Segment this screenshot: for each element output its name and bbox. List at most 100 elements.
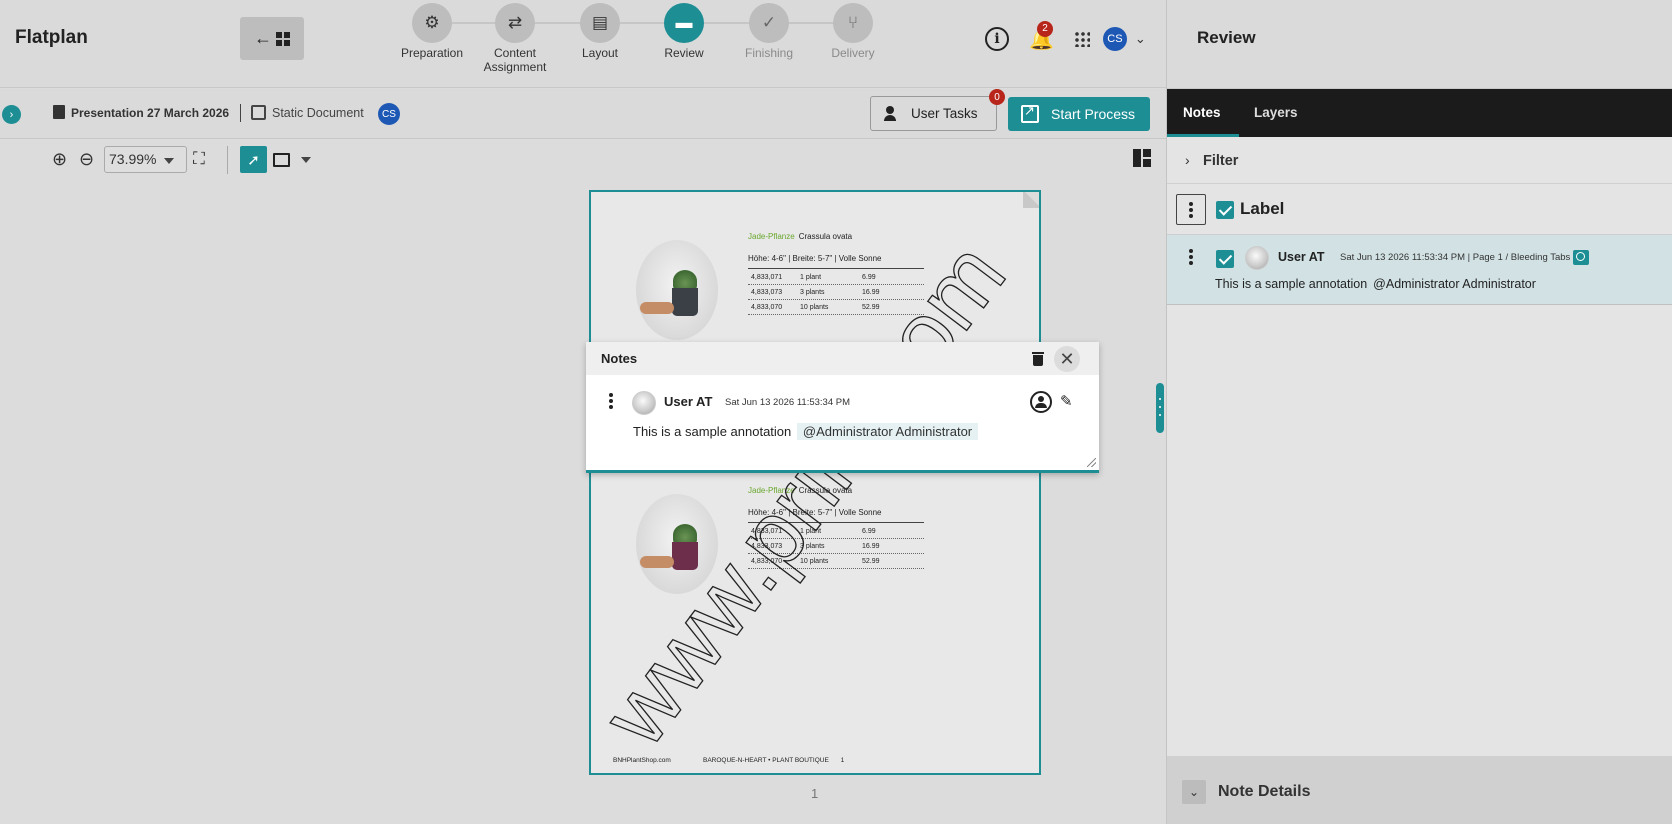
expand-sidebar-button[interactable]: ›	[2, 105, 21, 124]
pot-shape	[672, 288, 698, 316]
table-cell: 1 plant	[800, 527, 822, 535]
static-document-icon	[251, 105, 266, 120]
table-cell: 6.99	[862, 273, 876, 281]
table-cell: 4,833,073	[751, 542, 783, 550]
table-cell: 4,833,071	[751, 527, 783, 535]
table-cell: 10 plants	[800, 303, 829, 311]
notes-popup-header: Notes	[586, 342, 1099, 375]
app-title: Flatplan	[15, 27, 88, 48]
filter-toggle[interactable]: › Filter	[1167, 138, 1672, 184]
note-author: User AT	[664, 394, 713, 409]
table-row: 4,833,073 3 plants 16.99	[748, 539, 924, 554]
comment-tool-button[interactable]	[268, 146, 295, 173]
note-body: This is a sample annotation	[633, 424, 792, 439]
page-footer-site: BNHPlantShop.com	[613, 757, 671, 764]
more-options-icon[interactable]	[1189, 249, 1193, 267]
tool-dropdown-icon[interactable]	[301, 157, 311, 163]
product-common-name: Jade-Pflanze	[748, 232, 795, 241]
table-row: 4,833,071 1 plant 6.99	[748, 270, 924, 285]
grid-icon	[276, 31, 290, 46]
note-details-label: Note Details	[1218, 783, 1311, 800]
dropdown-arrow-icon	[164, 158, 174, 164]
step-finishing[interactable]: ✓ Finishing	[724, 3, 814, 60]
zoom-select[interactable]: 73.99%	[104, 146, 187, 173]
hand-shape	[640, 556, 674, 568]
zoom-out-icon[interactable]: ⊖	[79, 149, 94, 170]
note-details-section[interactable]: ⌄ Note Details	[1167, 756, 1672, 824]
tab-layers[interactable]: Layers	[1254, 105, 1298, 120]
hand-shape	[640, 302, 674, 314]
edit-icon[interactable]: ✎	[1060, 392, 1073, 410]
step-preparation[interactable]: ⚙ Preparation	[387, 3, 477, 60]
chevron-down-icon[interactable]: ⌄	[1135, 31, 1146, 47]
table-row: 4,833,070 10 plants 52.99	[748, 300, 924, 315]
close-button[interactable]: ✕	[1054, 346, 1080, 372]
document-owner-avatar[interactable]: CS	[378, 103, 400, 125]
table-row: 4,833,070 10 plants 52.99	[748, 554, 924, 569]
start-process-button[interactable]: Start Process	[1008, 97, 1150, 131]
apps-grid-icon[interactable]	[1073, 31, 1090, 47]
layout-icon: ▤	[580, 3, 620, 43]
table-cell: 4,833,070	[751, 303, 783, 311]
product-common-name: Jade-Pflanze	[748, 486, 795, 495]
note-checkbox[interactable]	[1216, 250, 1234, 268]
review-panel-header: Review	[1167, 0, 1672, 89]
zoom-in-icon[interactable]: ⊕	[52, 149, 67, 170]
step-review[interactable]: ▬ Review	[639, 3, 729, 60]
note-meta: Sat Jun 13 2026 11:53:34 PM | Page 1 / B…	[1340, 252, 1571, 263]
table-cell: 1 plant	[800, 273, 822, 281]
step-layout[interactable]: ▤ Layout	[555, 3, 645, 60]
external-link-icon	[1021, 103, 1039, 123]
document-page[interactable]: Jade-Pflanze Crassula ovata Höhe: 4-6" | …	[589, 190, 1041, 775]
user-avatar[interactable]: CS	[1102, 27, 1127, 51]
chevron-down-icon: ⌄	[1182, 780, 1206, 804]
mention-tag[interactable]: @Administrator Administrator	[796, 423, 979, 440]
table-cell: 52.99	[862, 303, 880, 311]
step-content-assignment[interactable]: ⇄ Content Assignment	[470, 3, 560, 74]
table-cell: 6.99	[862, 527, 876, 535]
divider	[240, 104, 241, 122]
step-label: Finishing	[744, 46, 794, 60]
mention-tag[interactable]: @Administrator Administrator	[1373, 277, 1536, 291]
swap-icon: ⇄	[495, 3, 535, 43]
back-to-grid-button[interactable]: ←	[240, 17, 304, 60]
panel-layout-icon[interactable]	[1133, 149, 1151, 167]
user-tasks-label: User Tasks	[911, 106, 978, 121]
note-list-item[interactable]: User AT Sat Jun 13 2026 11:53:34 PM | Pa…	[1167, 235, 1672, 305]
notes-popup: Notes ✕ User AT Sat Jun 13 2026 11:53:34…	[586, 342, 1099, 473]
active-tab-indicator	[1167, 134, 1239, 137]
product-table: 4,833,071 1 plant 6.99 4,833,073 3 plants 16…	[748, 524, 924, 569]
footer-brand-text: BAROQUE-N-HEART • PLANT BOUTIQUE	[703, 757, 829, 764]
resize-grip-icon[interactable]	[1087, 458, 1096, 467]
step-delivery[interactable]: ⑂ Delivery	[808, 3, 898, 60]
trash-icon[interactable]	[1032, 351, 1044, 366]
more-options-icon[interactable]	[609, 393, 613, 411]
panel-resize-handle[interactable]	[1156, 383, 1164, 433]
zoom-value: 73.99%	[109, 151, 157, 167]
assign-user-icon[interactable]	[1030, 391, 1052, 413]
table-cell: 16.99	[862, 288, 880, 296]
avatar	[632, 391, 656, 415]
fit-screen-icon[interactable]: ⛶	[193, 149, 205, 169]
notifications-button[interactable]: 🔔 2	[1029, 20, 1054, 52]
select-tool-button[interactable]: ➚	[240, 146, 267, 173]
user-tasks-button[interactable]: User Tasks	[870, 96, 997, 131]
product-image	[636, 494, 718, 594]
comment-icon: ▬	[664, 3, 704, 43]
product-name: Jade-Pflanze Crassula ovata	[748, 232, 852, 241]
table-row: 4,833,073 3 plants 16.99	[748, 285, 924, 300]
locate-note-icon[interactable]	[1573, 250, 1589, 265]
bulk-actions-button[interactable]	[1176, 194, 1206, 225]
product-latin-name: Crassula ovata	[798, 486, 853, 495]
tab-notes[interactable]: Notes	[1183, 105, 1221, 120]
close-icon: ✕	[1059, 348, 1075, 369]
workflow-stepper: ⚙ Preparation ⇄ Content Assignment ▤ Lay…	[387, 0, 875, 88]
step-label: Preparation	[400, 46, 464, 60]
info-icon[interactable]: i	[985, 27, 1009, 51]
select-all-checkbox[interactable]	[1216, 201, 1234, 219]
note-date: Sat Jun 13 2026 11:53:34 PM	[725, 397, 850, 408]
product-rule	[748, 522, 924, 523]
pot-shape	[672, 542, 698, 570]
page-number: 1	[811, 786, 819, 801]
note-author: User AT	[1278, 250, 1325, 264]
